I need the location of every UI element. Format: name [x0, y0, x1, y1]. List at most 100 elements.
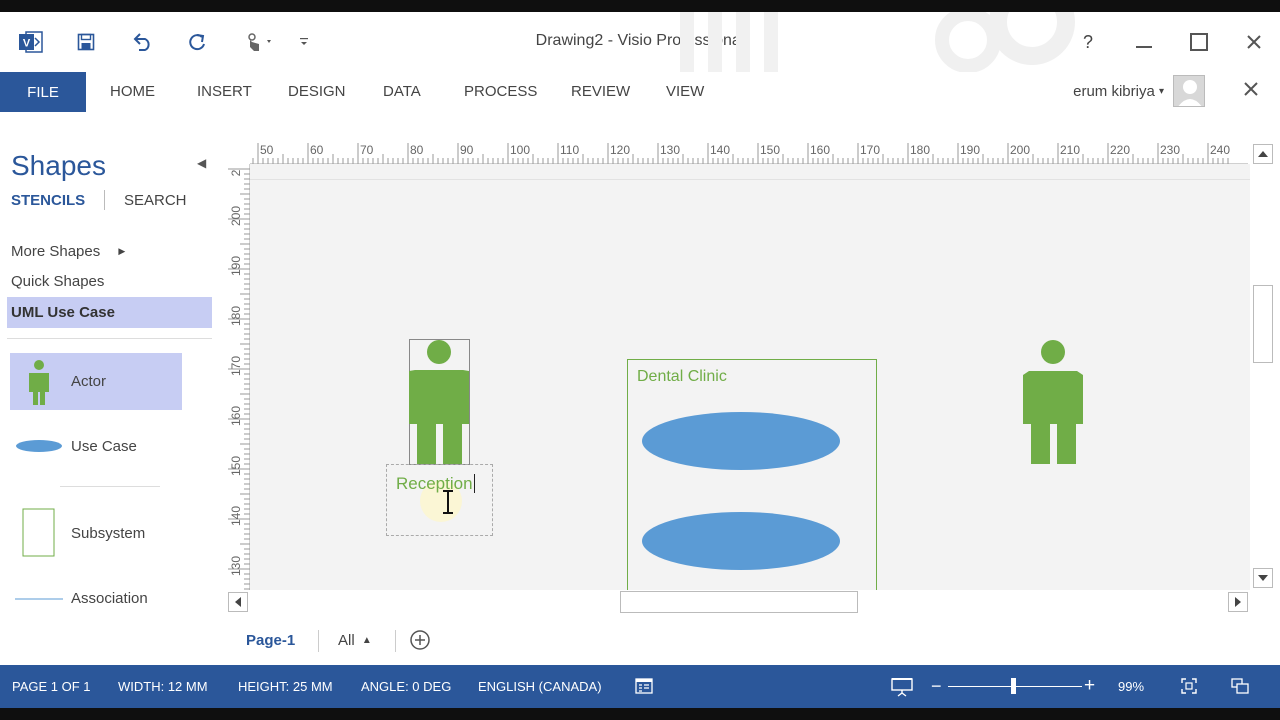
fit-page-icon[interactable]	[1181, 678, 1197, 699]
horizontal-scroll-thumb[interactable]	[620, 591, 858, 613]
actor-shape-2[interactable]	[1023, 340, 1084, 466]
tab-view[interactable]: VIEW	[666, 83, 704, 100]
ruler-h-label: 160	[810, 143, 831, 157]
use-case-ellipse-1[interactable]	[641, 411, 841, 471]
tab-review[interactable]: REVIEW	[571, 83, 630, 100]
ruler-h-label: 180	[910, 143, 931, 157]
ruler-h-label: 70	[360, 143, 374, 157]
ruler-h-label: 120	[610, 143, 631, 157]
status-language[interactable]: ENGLISH (CANADA)	[478, 679, 602, 694]
tab-page-1[interactable]: Page-1	[246, 632, 295, 649]
scroll-up-icon[interactable]	[1253, 144, 1273, 164]
ruler-h-label: 100	[510, 143, 531, 157]
vertical-scroll-thumb[interactable]	[1253, 285, 1273, 363]
page-tab-separator	[318, 630, 319, 652]
use-case-shape-icon	[16, 440, 62, 452]
ibeam-cursor-icon	[443, 490, 453, 514]
macro-icon[interactable]	[635, 678, 653, 699]
ruler-h-label: 200	[1010, 143, 1031, 157]
page-tab-separator-2	[395, 630, 396, 652]
actor-reception-label[interactable]: Reception	[396, 474, 475, 494]
close-icon[interactable]	[1238, 28, 1270, 56]
all-pages-label: All	[338, 632, 355, 649]
pane-divider	[7, 338, 212, 339]
shapes-pane: Shapes ◀ STENCILS SEARCH More Shapes ▶ Q…	[0, 112, 220, 665]
triangle-up-icon: ▲	[361, 635, 372, 646]
scroll-right-icon[interactable]	[1228, 592, 1248, 612]
scroll-down-icon[interactable]	[1253, 568, 1273, 588]
user-account[interactable]: erum kibriya ▾	[1073, 83, 1164, 100]
stencil-actor-label: Actor	[71, 373, 107, 390]
use-case-ellipse-2[interactable]	[641, 511, 841, 571]
tab-insert[interactable]: INSERT	[197, 83, 252, 100]
status-page[interactable]: PAGE 1 OF 1	[12, 679, 91, 694]
ruler-v-label: 170	[229, 355, 243, 377]
text-caret	[473, 474, 475, 493]
more-shapes-label: More Shapes	[11, 243, 101, 260]
ruler-v-label: 200	[229, 205, 243, 227]
more-shapes-item[interactable]: More Shapes ▶	[11, 243, 125, 260]
ruler-horizontal: 50 60 70 80 90 100 110 120 130 140 150 160 170 180 190…	[250, 139, 1248, 164]
ruler-v-label: 2	[229, 169, 243, 177]
ruler-corner	[225, 139, 250, 164]
quick-shapes-item[interactable]: Quick Shapes	[11, 273, 104, 290]
stencil-subsystem[interactable]: Subsystem	[10, 505, 182, 562]
collapse-pane-icon[interactable]: ◀	[197, 156, 206, 170]
tab-data[interactable]: DATA	[383, 83, 421, 100]
stencils-tab[interactable]: STENCILS	[11, 192, 85, 209]
tab-home[interactable]: HOME	[110, 83, 155, 100]
tab-separator	[104, 190, 105, 210]
ruler-v-label: 190	[229, 255, 243, 277]
zoom-level[interactable]: 99%	[1118, 679, 1144, 694]
ribbon-close-icon[interactable]	[1244, 80, 1258, 101]
ruler-h-label: 220	[1110, 143, 1131, 157]
status-height[interactable]: HEIGHT: 25 MM	[238, 679, 333, 694]
drawing-page[interactable]: Reception Dental Clinic	[250, 164, 1250, 590]
zoom-out-icon[interactable]: −	[931, 676, 942, 697]
ruler-vertical: 2 200 190 180 170 160 150 140 130	[225, 164, 250, 590]
ruler-v-label: 160	[229, 405, 243, 427]
window-bottom-strip	[0, 708, 1280, 720]
zoom-in-icon[interactable]: +	[1084, 675, 1095, 697]
help-icon[interactable]: ?	[1072, 28, 1104, 56]
presentation-mode-icon[interactable]	[891, 677, 913, 702]
all-pages-menu[interactable]: All ▲	[338, 632, 372, 649]
ruler-h-label: 240	[1210, 143, 1231, 157]
ruler-h-label: 50	[260, 143, 274, 157]
scroll-left-icon[interactable]	[228, 592, 248, 612]
search-tab[interactable]: SEARCH	[124, 192, 187, 209]
status-angle[interactable]: ANGLE: 0 DEG	[361, 679, 451, 694]
page-tabs: Page-1 All ▲	[220, 614, 1280, 665]
tab-design[interactable]: DESIGN	[288, 83, 346, 100]
stencil-divider	[60, 486, 160, 487]
actor-reception-shape[interactable]	[409, 340, 470, 466]
actor-reception-text: Reception	[396, 474, 473, 493]
status-width[interactable]: WIDTH: 12 MM	[118, 679, 208, 694]
stencil-use-case-label: Use Case	[71, 438, 137, 455]
ruler-h-label: 210	[1060, 143, 1081, 157]
ribbon-tabs: FILE HOME INSERT DESIGN DATA PROCESS REV…	[0, 72, 1280, 112]
stencil-actor[interactable]: Actor	[10, 353, 182, 410]
horizontal-scrollbar[interactable]	[225, 590, 1250, 614]
tab-file[interactable]: FILE	[0, 72, 86, 112]
tab-process[interactable]: PROCESS	[464, 83, 537, 100]
ruler-v-label: 150	[229, 455, 243, 477]
ruler-v-label: 130	[229, 555, 243, 577]
vertical-scrollbar[interactable]	[1250, 139, 1276, 590]
ruler-v-label: 180	[229, 305, 243, 327]
maximize-icon[interactable]	[1183, 28, 1215, 56]
minimize-icon[interactable]	[1128, 28, 1160, 56]
stencil-association[interactable]: Association	[10, 570, 182, 627]
zoom-slider-thumb[interactable]	[1011, 678, 1016, 694]
switch-windows-icon[interactable]	[1231, 678, 1249, 699]
window-top-strip	[0, 0, 1280, 12]
shapes-pane-title: Shapes	[11, 150, 106, 181]
stencil-use-case[interactable]: Use Case	[10, 418, 182, 475]
uml-use-case-label: UML Use Case	[11, 304, 115, 321]
add-page-icon[interactable]	[409, 629, 431, 656]
ruler-horizontal-ticks	[252, 143, 1229, 164]
ruler-h-label: 190	[960, 143, 981, 157]
chevron-right-icon: ▶	[118, 246, 126, 256]
avatar[interactable]	[1173, 75, 1205, 107]
ruler-h-label: 150	[760, 143, 781, 157]
